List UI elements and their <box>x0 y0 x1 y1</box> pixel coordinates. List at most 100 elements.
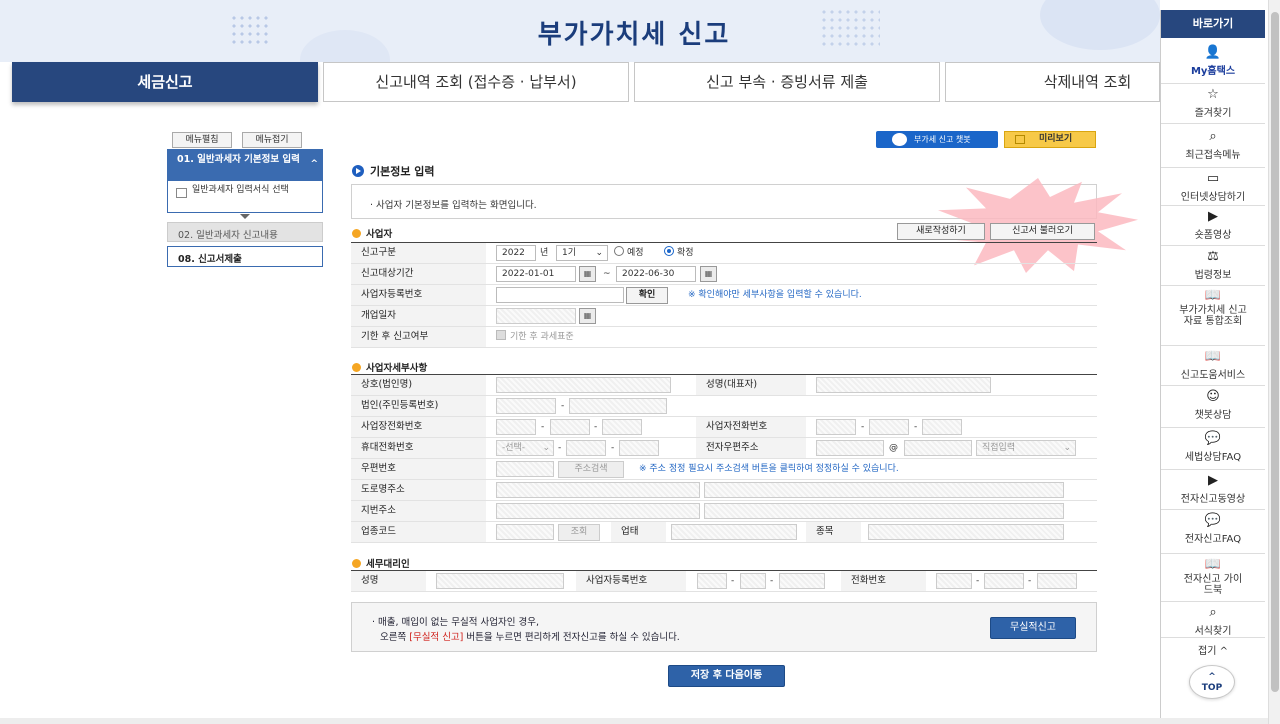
address-hint: ※ 주소 정정 필요시 주소검색 버튼을 클릭하여 정정하실 수 있습니다. <box>639 464 899 474</box>
sidebar-item-short-video[interactable]: ▶ 숏폼영상 <box>1161 206 1265 246</box>
save-next-button[interactable]: 저장 후 다음이동 <box>668 665 785 687</box>
mobile-select[interactable]: -선택- ⌄ <box>496 440 554 456</box>
lot-address-input-2[interactable] <box>704 503 1064 519</box>
step-menu-item-submit[interactable]: 08. 신고서제출 <box>167 246 323 267</box>
calendar-icon[interactable]: ▦ <box>700 266 717 282</box>
period-label: 신고대상기간 <box>351 264 486 284</box>
preview-button[interactable]: 미리보기 <box>1004 131 1096 148</box>
email-domain-input[interactable] <box>904 440 972 456</box>
zip-input[interactable] <box>496 461 554 477</box>
sidebar-item-label: 최근접속메뉴 <box>1185 150 1241 161</box>
submenu-label: 일반과세자 입력서식 선택 <box>192 185 289 195</box>
email-id-input[interactable] <box>816 440 884 456</box>
sidebar-item-e-report-faq[interactable]: 💬 전자신고FAQ <box>1161 510 1265 554</box>
agent-phone-input-3[interactable] <box>1037 573 1077 589</box>
agent-regno-input-3[interactable] <box>779 573 825 589</box>
chatbot-button[interactable]: 부가세 신고 챗봇 <box>876 131 998 148</box>
new-write-button[interactable]: 새로작성하기 <box>897 223 985 240</box>
regno-label: 사업자등록번호 <box>351 285 486 305</box>
industry-code-input[interactable] <box>496 524 554 540</box>
step-menu-item-basic-info[interactable]: 01. 일반과세자 기본정보 입력 ^ <box>167 149 323 181</box>
sidebar-item-guidebook[interactable]: 📖 전자신고 가이드북 <box>1161 554 1265 602</box>
video-icon: ▶ <box>1208 473 1218 488</box>
sidebar-item-recent-menu[interactable]: ⌕ 최근접속메뉴 <box>1161 124 1265 168</box>
agent-name-label: 성명 <box>351 571 426 591</box>
step-menu-item-report-content[interactable]: 02. 일반과세자 신고내용 <box>167 222 323 242</box>
owner-phone-input-2[interactable] <box>869 419 909 435</box>
sidebar-item-e-report-video[interactable]: ▶ 전자신고동영상 <box>1161 470 1265 510</box>
date-to-input[interactable]: 2022-06-30 <box>616 266 696 282</box>
lot-address-input-1[interactable] <box>496 503 700 519</box>
agent-phone-input-2[interactable] <box>984 573 1024 589</box>
owner-phone-input-1[interactable] <box>816 419 856 435</box>
road-address-input-1[interactable] <box>496 482 700 498</box>
biz-phone-input-2[interactable] <box>550 419 590 435</box>
sidebar-item-online-consult[interactable]: ▭ 인터넷상담하기 <box>1161 168 1265 206</box>
email-label: 전자우편주소 <box>696 438 806 458</box>
sidebar-fold-button[interactable]: 접기 ^ <box>1161 642 1265 657</box>
step-label: 01. 일반과세자 기본정보 입력 <box>177 154 300 165</box>
sidebar-item-my-hometax[interactable]: 👤 My홈택스 <box>1161 42 1265 84</box>
quick-links-sidebar: 바로가기 👤 My홈택스 ☆ 즐겨찾기 ⌕ 최근접속메뉴 ▭ 인터넷상담하기 ▶ 숏폼영상… <box>1160 10 1265 720</box>
sidebar-item-label: 부가가치세 신고자료 통합조회 <box>1179 305 1247 327</box>
book-icon: 📖 <box>1204 557 1222 572</box>
late-checkbox[interactable]: 기한 후 과세표준 <box>496 329 574 345</box>
biz-type-input[interactable] <box>671 524 797 540</box>
sidebar-item-favorites[interactable]: ☆ 즐겨찾기 <box>1161 84 1265 124</box>
horizontal-scrollbar[interactable] <box>0 718 1268 724</box>
confirm-button[interactable]: 확인 <box>626 287 668 304</box>
tab-attachments[interactable]: 신고 부속 · 증빙서류 제출 <box>634 62 940 102</box>
menu-expand-button[interactable]: 메뉴펼침 <box>172 132 232 148</box>
period-select[interactable]: 1기 ⌄ <box>556 245 608 261</box>
regno-input[interactable] <box>496 287 624 303</box>
table-row: 기한 후 신고여부 기한 후 과세표준 <box>351 327 1097 348</box>
corp-no-input-2[interactable] <box>569 398 667 414</box>
rep-name-input[interactable] <box>816 377 991 393</box>
road-address-input-2[interactable] <box>704 482 1064 498</box>
sidebar-item-report-help[interactable]: 📖 신고도움서비스 <box>1161 346 1265 386</box>
agent-regno-input-2[interactable] <box>740 573 766 589</box>
calendar-icon[interactable]: ▦ <box>579 308 596 324</box>
biz-item-input[interactable] <box>868 524 1064 540</box>
vertical-scrollbar[interactable] <box>1268 0 1280 724</box>
sidebar-item-tax-faq[interactable]: 💬 세법상담FAQ <box>1161 428 1265 470</box>
sidebar-item-vat-data[interactable]: 📖 부가가치세 신고자료 통합조회 <box>1161 286 1265 346</box>
date-from-input[interactable]: 2022-01-01 <box>496 266 576 282</box>
no-performance-report-button[interactable]: 무실적신고 <box>990 617 1076 639</box>
radio-plan-label: 예정 <box>627 248 644 258</box>
road-address-label: 도로명주소 <box>351 480 486 500</box>
biz-phone-input-3[interactable] <box>602 419 642 435</box>
radio-confirm[interactable]: 확정 <box>664 245 694 261</box>
mobile-input-3[interactable] <box>619 440 659 456</box>
industry-lookup-button[interactable]: 조회 <box>558 524 600 541</box>
load-report-button[interactable]: 신고서 불러오기 <box>990 223 1095 240</box>
trade-name-input[interactable] <box>496 377 671 393</box>
caret-down-icon <box>240 214 250 219</box>
tab-report-history[interactable]: 신고내역 조회 (접수증 · 납부서) <box>323 62 629 102</box>
scroll-top-button[interactable]: ^ TOP <box>1189 665 1235 699</box>
owner-phone-input-3[interactable] <box>922 419 962 435</box>
open-date-input[interactable] <box>496 308 576 324</box>
email-domain-select[interactable]: 직접입력 ⌄ <box>976 440 1076 456</box>
chat-icon: 💬 <box>1204 513 1222 528</box>
sidebar-item-chatbot[interactable]: ☺ 챗봇상담 <box>1161 386 1265 428</box>
tab-tax-report[interactable]: 세금신고 <box>12 62 318 102</box>
sidebar-item-form-search[interactable]: ⌕ 서식찾기 <box>1161 602 1265 638</box>
menu-collapse-button[interactable]: 메뉴접기 <box>242 132 302 148</box>
sidebar-item-legal-info[interactable]: ⚖ 법령정보 <box>1161 246 1265 286</box>
agent-phone-input-1[interactable] <box>936 573 972 589</box>
mobile-input-2[interactable] <box>566 440 606 456</box>
tab-deleted-history[interactable]: 삭제내역 조회 <box>945 62 1160 102</box>
scrollbar-thumb[interactable] <box>1271 12 1279 692</box>
step-submenu-form-select[interactable]: 일반과세자 입력서식 선택 <box>167 181 323 213</box>
year-input[interactable]: 2022 <box>496 245 536 261</box>
video-icon: ▶ <box>1208 209 1218 224</box>
agent-name-input[interactable] <box>436 573 564 589</box>
radio-plan[interactable]: 예정 <box>614 245 644 261</box>
biz-phone-input-1[interactable] <box>496 419 536 435</box>
agent-regno-input-1[interactable] <box>697 573 727 589</box>
business-heading: 사업자 <box>352 226 392 240</box>
calendar-icon[interactable]: ▦ <box>579 266 596 282</box>
address-search-button[interactable]: 주소검색 <box>558 461 624 478</box>
corp-no-input-1[interactable] <box>496 398 556 414</box>
